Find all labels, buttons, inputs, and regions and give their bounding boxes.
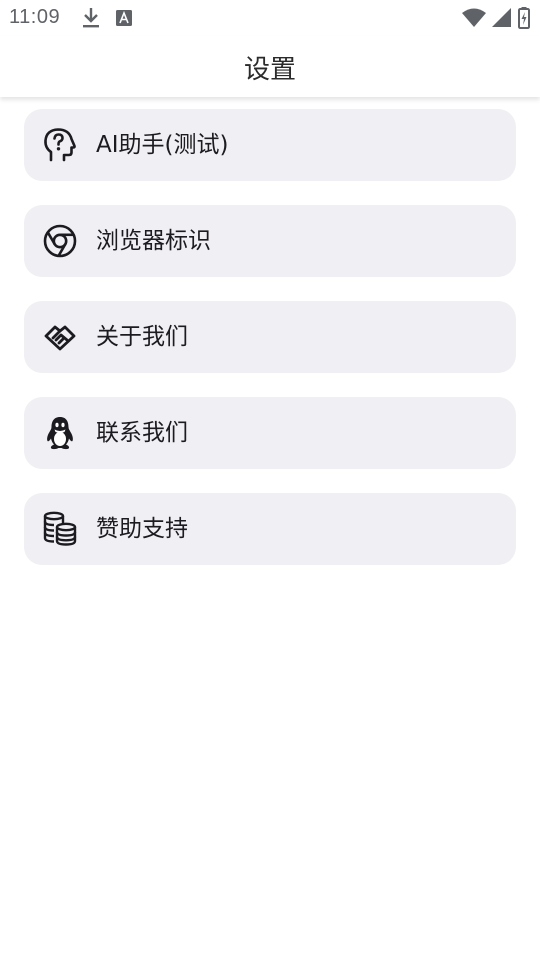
status-right-icons bbox=[462, 7, 530, 33]
wifi-icon bbox=[462, 8, 486, 32]
settings-item-label: 联系我们 bbox=[96, 420, 188, 446]
qq-penguin-icon bbox=[42, 415, 78, 451]
battery-charging-icon bbox=[518, 7, 530, 33]
cell-signal-icon bbox=[492, 8, 512, 32]
settings-item-label: 关于我们 bbox=[96, 324, 188, 350]
font-a-icon bbox=[116, 10, 132, 30]
status-bar: 11:09 bbox=[0, 0, 540, 36]
ai-head-question-icon bbox=[42, 127, 78, 163]
settings-item-contact-us[interactable]: 联系我们 bbox=[24, 397, 516, 469]
settings-item-label: 赞助支持 bbox=[96, 516, 188, 542]
app-bar: 设置 bbox=[0, 36, 540, 97]
settings-item-label: 浏览器标识 bbox=[96, 228, 211, 254]
settings-item-browser-ua[interactable]: 浏览器标识 bbox=[24, 205, 516, 277]
download-icon bbox=[82, 7, 100, 33]
status-left-icons bbox=[82, 7, 132, 33]
coins-icon bbox=[42, 511, 78, 547]
settings-item-label: AI助手(测试) bbox=[96, 132, 229, 158]
settings-list: AI助手(测试) 浏览器标识 关于我们 联系我们 赞助支持 bbox=[24, 109, 516, 589]
status-time: 11:09 bbox=[9, 6, 61, 28]
settings-item-about-us[interactable]: 关于我们 bbox=[24, 301, 516, 373]
page-title: 设置 bbox=[243, 55, 296, 85]
chrome-icon bbox=[42, 223, 78, 259]
settings-item-ai-assistant[interactable]: AI助手(测试) bbox=[24, 109, 516, 181]
settings-item-sponsor[interactable]: 赞助支持 bbox=[24, 493, 516, 565]
handshake-icon bbox=[42, 319, 78, 355]
